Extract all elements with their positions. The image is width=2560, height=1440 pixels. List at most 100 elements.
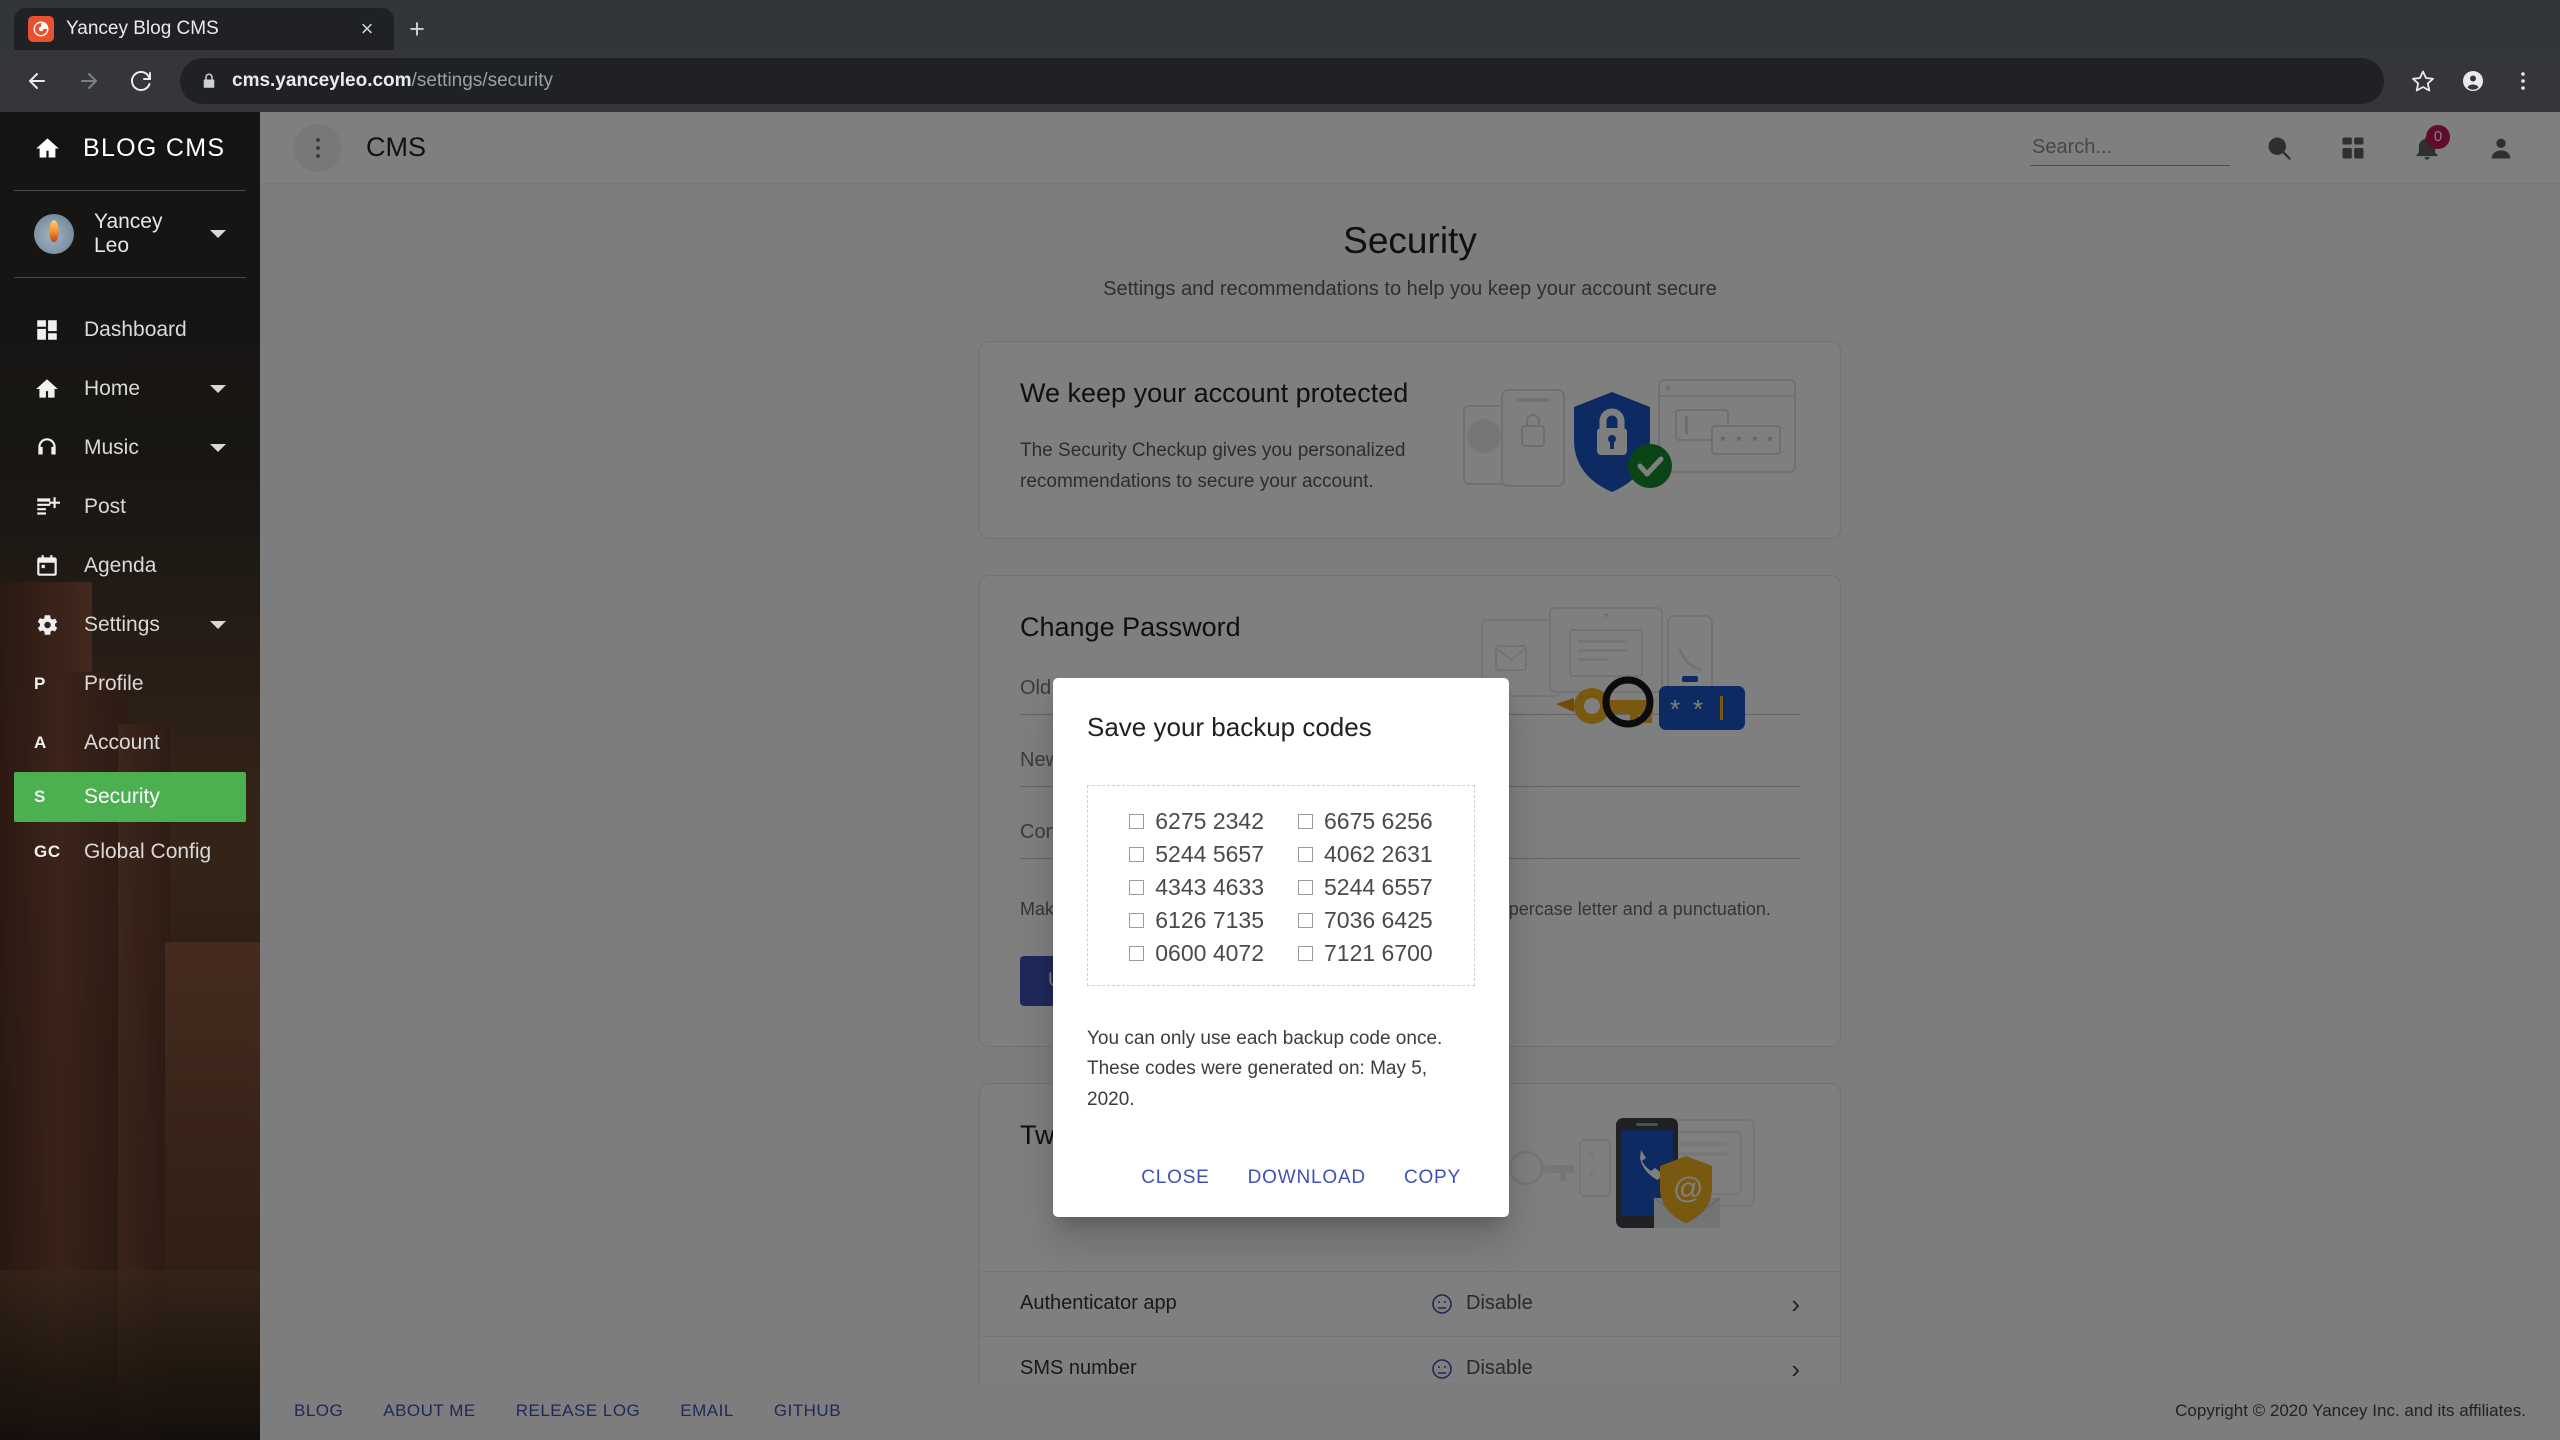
close-button[interactable]: CLOSE <box>1127 1157 1223 1199</box>
profile-abbr-icon: P <box>34 674 84 694</box>
post-add-icon <box>34 494 84 520</box>
copy-button[interactable]: COPY <box>1390 1157 1475 1199</box>
browser-window: Yancey Blog CMS × + cms.yanceyleo.com/se… <box>0 0 2560 1440</box>
backup-code-value: 5244 5657 <box>1155 841 1264 868</box>
dialog-title: Save your backup codes <box>1087 712 1475 743</box>
url-path: /settings/security <box>412 70 554 91</box>
application-root: BLOG CMS Yancey Leo Dashboard <box>0 112 2560 1440</box>
chevron-down-icon[interactable] <box>210 385 226 393</box>
backup-code-value: 7036 6425 <box>1324 907 1433 934</box>
backup-code-value: 0600 4072 <box>1155 940 1264 967</box>
close-icon[interactable]: × <box>354 16 380 42</box>
checkbox-icon[interactable] <box>1298 913 1313 928</box>
sidebar-item-label: Agenda <box>84 554 226 578</box>
divider <box>14 277 246 278</box>
checkbox-icon[interactable] <box>1298 946 1313 961</box>
new-tab-button[interactable]: + <box>394 8 440 50</box>
address-bar-url: cms.yanceyleo.com/settings/security <box>232 70 553 92</box>
checkbox-icon[interactable] <box>1129 913 1144 928</box>
sidebar-item-abbr: S <box>34 787 46 807</box>
sidebar-item-label: Settings <box>84 613 210 637</box>
backup-code-item[interactable]: 6275 2342 <box>1129 808 1264 835</box>
backup-code-item[interactable]: 4062 2631 <box>1298 841 1433 868</box>
reload-icon[interactable] <box>118 58 164 104</box>
checkbox-icon[interactable] <box>1298 880 1313 895</box>
sidebar: BLOG CMS Yancey Leo Dashboard <box>0 112 260 1440</box>
backup-code-item[interactable]: 7036 6425 <box>1298 907 1433 934</box>
dialog-note-line2: These codes were generated on: May 5, 20… <box>1087 1054 1475 1115</box>
checkbox-icon[interactable] <box>1129 880 1144 895</box>
sidebar-item-label: Post <box>84 495 226 519</box>
backup-code-value: 5244 6557 <box>1324 874 1433 901</box>
backup-codes-list: 6275 2342 5244 5657 4343 4633 6126 7135 … <box>1087 785 1475 986</box>
chevron-down-icon[interactable] <box>210 230 226 238</box>
lock-icon <box>200 72 218 90</box>
backup-code-value: 4343 4633 <box>1155 874 1264 901</box>
chevron-down-icon[interactable] <box>210 444 226 452</box>
sidebar-item-music[interactable]: Music <box>0 418 260 477</box>
tab-title: Yancey Blog CMS <box>66 18 342 40</box>
checkbox-icon[interactable] <box>1298 814 1313 829</box>
backup-code-value: 6126 7135 <box>1155 907 1264 934</box>
checkbox-icon[interactable] <box>1129 847 1144 862</box>
yancey-logo-icon <box>28 16 54 42</box>
dashboard-icon <box>34 317 84 343</box>
sidebar-item-label: Music <box>84 436 210 460</box>
sidebar-item-abbr: P <box>34 674 46 694</box>
backup-code-item[interactable]: 4343 4633 <box>1129 874 1264 901</box>
sidebar-item-profile[interactable]: P Profile <box>0 654 260 713</box>
backup-code-item[interactable]: 7121 6700 <box>1298 940 1433 967</box>
dialog-note-line1: You can only use each backup code once. <box>1087 1024 1475 1054</box>
forward-arrow-icon <box>66 58 112 104</box>
security-abbr-icon: S <box>34 787 84 807</box>
dialog-actions: CLOSE DOWNLOAD COPY <box>1087 1157 1475 1199</box>
sidebar-item-label: Security <box>84 785 212 809</box>
checkbox-icon[interactable] <box>1129 814 1144 829</box>
toolbar-actions <box>2400 58 2546 104</box>
dialog-note: You can only use each backup code once. … <box>1087 1024 1475 1115</box>
avatar <box>34 214 74 254</box>
browser-profile-icon[interactable] <box>2450 58 2496 104</box>
checkbox-icon[interactable] <box>1129 946 1144 961</box>
backup-code-value: 6675 6256 <box>1324 808 1433 835</box>
calendar-icon <box>34 553 84 579</box>
sidebar-nav: Dashboard Home Music Post <box>0 284 260 881</box>
brand[interactable]: BLOG CMS <box>0 112 260 184</box>
sidebar-item-global-config[interactable]: GC Global Config <box>0 822 260 881</box>
browser-menu-icon[interactable] <box>2500 58 2546 104</box>
browser-tab[interactable]: Yancey Blog CMS × <box>14 8 394 50</box>
chevron-down-icon[interactable] <box>210 621 226 629</box>
sidebar-item-dashboard[interactable]: Dashboard <box>0 300 260 359</box>
account-abbr-icon: A <box>34 733 84 753</box>
back-arrow-icon[interactable] <box>14 58 60 104</box>
backup-code-value: 7121 6700 <box>1324 940 1433 967</box>
backup-code-item[interactable]: 6126 7135 <box>1129 907 1264 934</box>
sidebar-item-home[interactable]: Home <box>0 359 260 418</box>
sidebar-item-abbr: GC <box>34 842 61 862</box>
sidebar-item-label: Home <box>84 377 210 401</box>
backup-code-item[interactable]: 0600 4072 <box>1129 940 1264 967</box>
browser-tabstrip: Yancey Blog CMS × + <box>0 0 2560 50</box>
backup-code-item[interactable]: 6675 6256 <box>1298 808 1433 835</box>
sidebar-item-account[interactable]: A Account <box>0 713 260 772</box>
sidebar-item-security[interactable]: S Security <box>14 772 246 822</box>
home-icon <box>34 135 61 162</box>
account-switcher[interactable]: Yancey Leo <box>0 197 260 271</box>
address-bar[interactable]: cms.yanceyleo.com/settings/security <box>180 58 2384 104</box>
backup-codes-column-left: 6275 2342 5244 5657 4343 4633 6126 7135 … <box>1129 808 1264 967</box>
backup-code-value: 4062 2631 <box>1324 841 1433 868</box>
sidebar-item-settings[interactable]: Settings <box>0 595 260 654</box>
home-icon <box>34 376 84 402</box>
sidebar-item-abbr: A <box>34 733 47 753</box>
backup-code-item[interactable]: 5244 6557 <box>1298 874 1433 901</box>
backup-codes-dialog: Save your backup codes 6275 2342 5244 56… <box>1053 678 1509 1217</box>
sidebar-item-post[interactable]: Post <box>0 477 260 536</box>
sidebar-item-label: Account <box>84 731 226 755</box>
headphones-icon <box>34 435 84 461</box>
checkbox-icon[interactable] <box>1298 847 1313 862</box>
backup-code-value: 6275 2342 <box>1155 808 1264 835</box>
backup-code-item[interactable]: 5244 5657 <box>1129 841 1264 868</box>
sidebar-item-agenda[interactable]: Agenda <box>0 536 260 595</box>
star-icon[interactable] <box>2400 58 2446 104</box>
download-button[interactable]: DOWNLOAD <box>1234 1157 1380 1199</box>
